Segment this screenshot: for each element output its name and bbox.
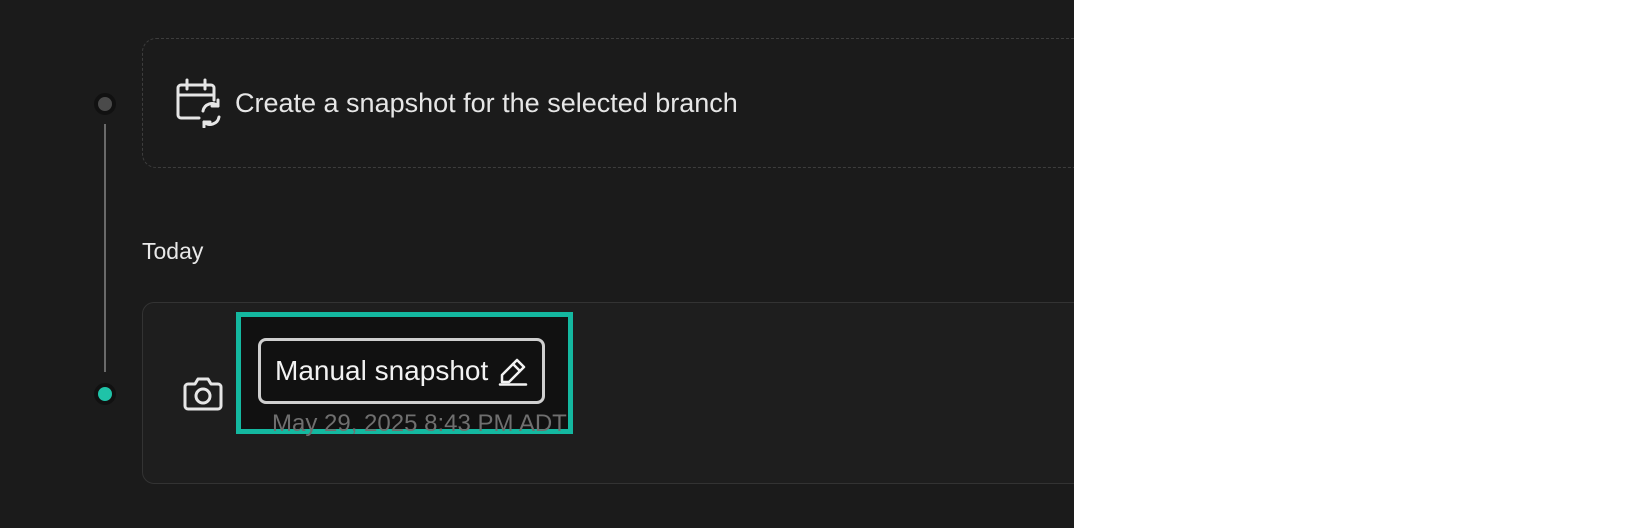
section-label-today: Today [142,238,204,264]
create-snapshot-label: Create a snapshot for the selected branc… [235,87,738,118]
snapshot-name-edit-button[interactable]: Manual snapshot [258,338,546,404]
pencil-icon [499,358,528,386]
timeline-node-active [94,383,116,405]
calendar-refresh-icon [176,78,221,128]
snapshot-date: May 29, 2025 8:43 PM ADT [272,410,567,437]
camera-icon [183,377,223,411]
snapshots-panel: Create a snapshot for the selected branc… [0,0,1074,528]
timeline-line [104,124,106,372]
snapshot-name: Manual snapshot [275,355,489,386]
timeline-node [94,93,116,115]
create-snapshot-button[interactable]: Create a snapshot for the selected branc… [142,38,1074,168]
